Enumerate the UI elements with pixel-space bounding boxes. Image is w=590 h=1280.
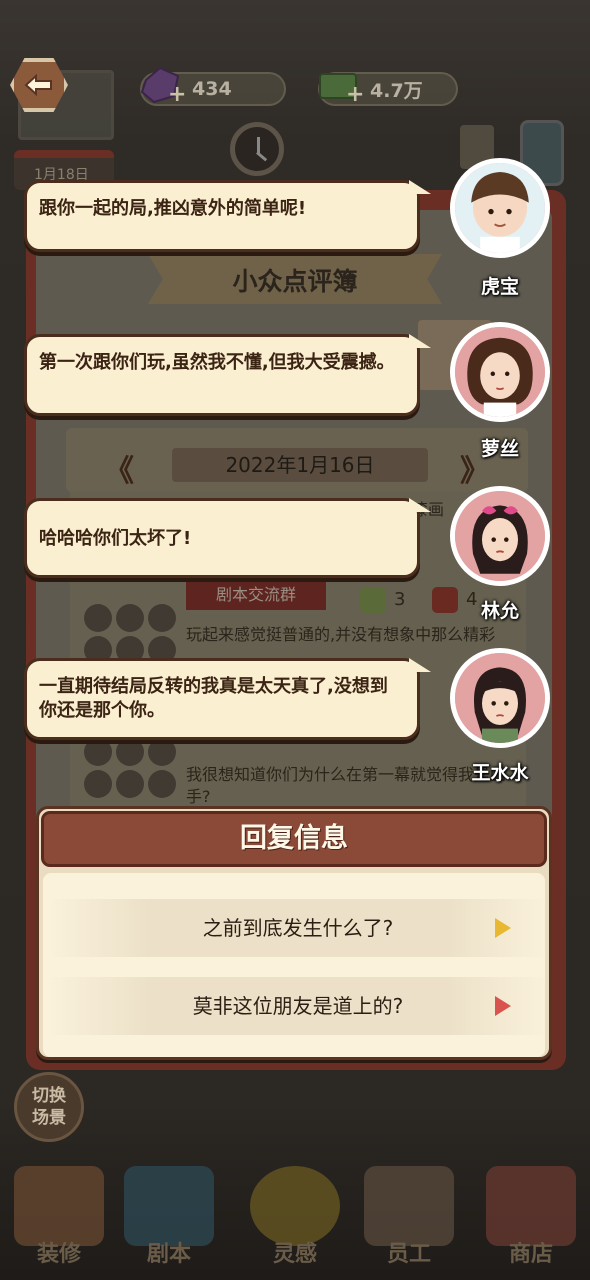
speaker-name: 虎宝 (480, 276, 519, 298)
like-count: 3 (394, 589, 406, 610)
shop-icon (486, 1166, 576, 1246)
id-card-icon (364, 1166, 454, 1246)
reply-option-text: 莫非这位朋友是道上的? (192, 994, 404, 1018)
dialogue-text: 跟你一起的局,推凶意外的简单呢! (39, 198, 307, 219)
review-text: 玩起来感觉挺普通的,并没有想象中那么精彩 (186, 625, 496, 644)
speaker-avatar (450, 648, 550, 748)
speaker-name: 萝丝 (480, 438, 519, 460)
house-icon (14, 1166, 104, 1246)
speaker-avatar (450, 158, 550, 258)
dialogue-bubble: 哈哈哈你们太坏了! (24, 498, 431, 578)
speaker-avatar (450, 486, 550, 586)
nav-label: 灵感 (272, 1242, 317, 1267)
lightbulb-icon (250, 1166, 340, 1246)
reply-option-2[interactable]: 莫非这位朋友是道上的? (47, 977, 549, 1035)
notebook-title: 小众点评簿 (232, 267, 358, 296)
cash-count: 4.7万 (370, 79, 423, 102)
reply-panel: 回复信息 之前到底发生什么了? 莫非这位朋友是道上的? (36, 806, 552, 1060)
switch-scene-label: 切换 (32, 1086, 66, 1106)
nav-label: 商店 (508, 1242, 553, 1267)
notebook-date: 2022年1月16日 (172, 448, 428, 482)
nav-label: 剧本 (146, 1242, 191, 1267)
cash-counter[interactable]: + 4.7万 (318, 72, 458, 107)
plus-icon: + (168, 82, 187, 107)
nav-staff[interactable]: 员工 (350, 1150, 468, 1280)
nav-script[interactable]: 剧本 (110, 1150, 228, 1280)
dialogue-bubble: 第一次跟你们玩,虽然我不懂,但我大受震撼。 (24, 334, 431, 416)
gem-count: 434 (192, 78, 232, 100)
dialogue-text: 一直期待结局反转的我真是太天真了,没想到你还是那个你。 (39, 676, 388, 721)
group-avatars (84, 738, 180, 798)
switch-scene-button[interactable]: 切换 场景 (14, 1072, 84, 1142)
plus-icon: + (346, 82, 365, 107)
bottom-nav: 装修 剧本 灵感 员工 商店 (0, 1150, 590, 1280)
nav-decorate[interactable]: 装修 (0, 1150, 118, 1280)
gem-counter[interactable]: + 434 (140, 66, 286, 107)
nav-shop[interactable]: 商店 (472, 1150, 590, 1280)
arrow-left-icon (24, 73, 52, 97)
group-tag: 剧本交流群 (186, 580, 326, 610)
dialogue-bubble: 一直期待结局反转的我真是太天真了,没想到你还是那个你。 (24, 658, 431, 740)
like-rating[interactable]: 3 (360, 586, 405, 614)
thumbs-up-icon (360, 587, 386, 613)
speaker-avatar (450, 322, 550, 422)
speaker-name: 林允 (480, 600, 519, 622)
reply-panel-title: 回复信息 (41, 811, 547, 867)
nav-label: 装修 (36, 1242, 81, 1267)
clock-icon[interactable] (230, 122, 284, 176)
prev-date-arrow[interactable]: 《 (104, 446, 134, 490)
reply-options: 之前到底发生什么了? 莫非这位朋友是道上的? (43, 873, 549, 1057)
speaker-name: 王水水 (471, 762, 529, 784)
switch-scene-label: 场景 (32, 1108, 66, 1128)
reply-option-1[interactable]: 之前到底发生什么了? (47, 899, 549, 957)
play-arrow-icon (495, 918, 511, 938)
book-icon (124, 1166, 214, 1246)
reply-option-text: 之前到底发生什么了? (202, 916, 394, 940)
play-arrow-icon (495, 996, 511, 1016)
group-avatars (84, 604, 180, 664)
nav-inspiration[interactable]: 灵感 (236, 1150, 354, 1280)
nav-label: 员工 (386, 1242, 431, 1267)
dialogue-text: 哈哈哈你们太坏了! (39, 528, 192, 549)
dialogue-bubble: 跟你一起的局,推凶意外的简单呢! (24, 180, 431, 252)
dialogue-text: 第一次跟你们玩,虽然我不懂,但我大受震撼。 (39, 352, 395, 373)
